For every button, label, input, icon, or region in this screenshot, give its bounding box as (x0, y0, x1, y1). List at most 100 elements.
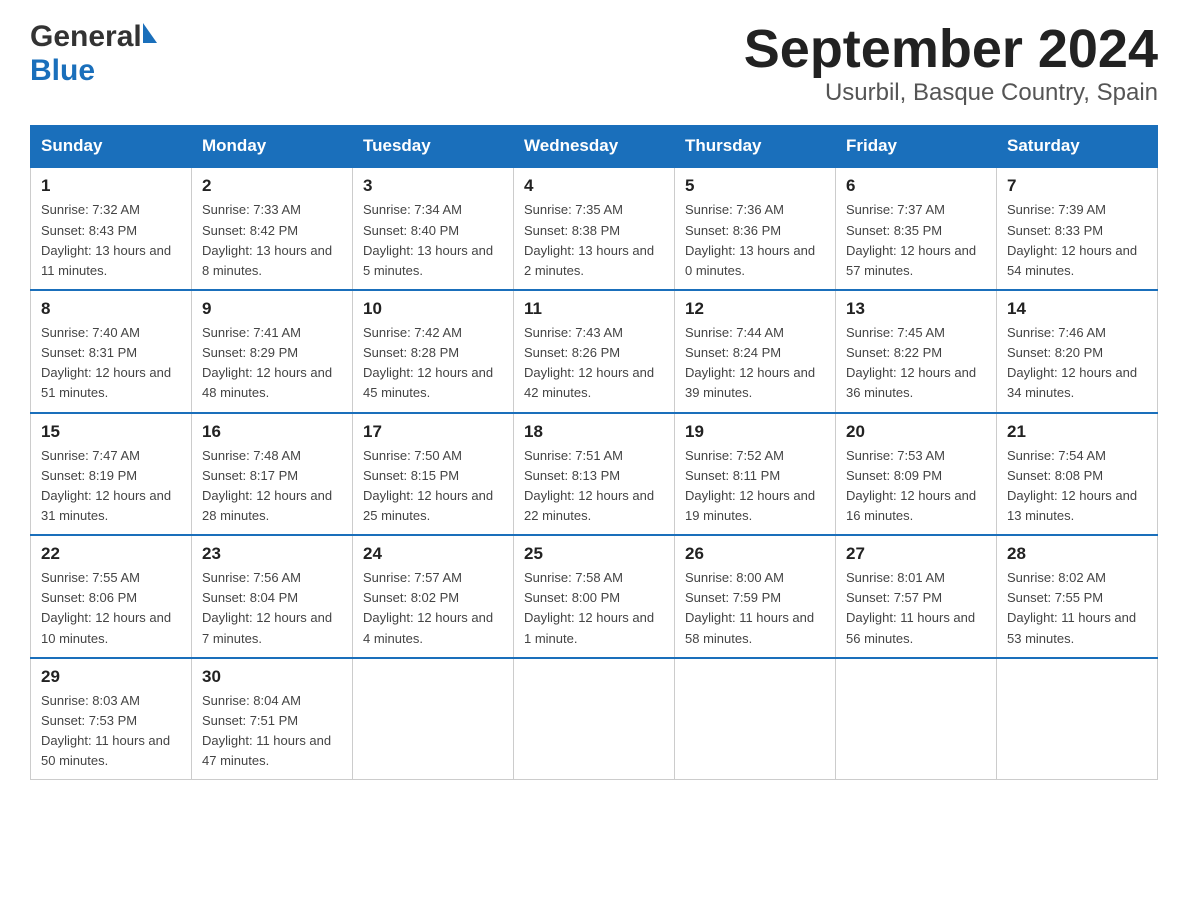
day-number: 26 (685, 544, 825, 564)
calendar-day-cell (997, 658, 1158, 780)
day-number: 9 (202, 299, 342, 319)
day-info: Sunrise: 7:46 AMSunset: 8:20 PMDaylight:… (1007, 323, 1147, 404)
calendar-day-cell: 5Sunrise: 7:36 AMSunset: 8:36 PMDaylight… (675, 167, 836, 290)
header-saturday: Saturday (997, 126, 1158, 168)
day-info: Sunrise: 7:43 AMSunset: 8:26 PMDaylight:… (524, 323, 664, 404)
day-info: Sunrise: 7:33 AMSunset: 8:42 PMDaylight:… (202, 200, 342, 281)
day-info: Sunrise: 7:32 AMSunset: 8:43 PMDaylight:… (41, 200, 181, 281)
header-tuesday: Tuesday (353, 126, 514, 168)
calendar-day-cell: 13Sunrise: 7:45 AMSunset: 8:22 PMDayligh… (836, 290, 997, 413)
day-number: 29 (41, 667, 181, 687)
logo-blue-text: Blue (30, 54, 95, 87)
header-monday: Monday (192, 126, 353, 168)
day-info: Sunrise: 7:48 AMSunset: 8:17 PMDaylight:… (202, 446, 342, 527)
day-info: Sunrise: 8:02 AMSunset: 7:55 PMDaylight:… (1007, 568, 1147, 649)
day-info: Sunrise: 7:55 AMSunset: 8:06 PMDaylight:… (41, 568, 181, 649)
header-sunday: Sunday (31, 126, 192, 168)
day-info: Sunrise: 7:58 AMSunset: 8:00 PMDaylight:… (524, 568, 664, 649)
day-number: 12 (685, 299, 825, 319)
title-section: September 2024 Usurbil, Basque Country, … (744, 20, 1158, 107)
calendar-day-cell: 23 Sunrise: 7:56 AMSunset: 8:04 PMDayligh… (192, 535, 353, 658)
day-info: Sunrise: 7:42 AMSunset: 8:28 PMDaylight:… (363, 323, 503, 404)
calendar-day-cell: 2 Sunrise: 7:33 AMSunset: 8:42 PMDaylight… (192, 167, 353, 290)
day-info: Sunrise: 8:00 AMSunset: 7:59 PMDaylight:… (685, 568, 825, 649)
day-info: Sunrise: 7:51 AMSunset: 8:13 PMDaylight:… (524, 446, 664, 527)
calendar-day-cell: 11 Sunrise: 7:43 AMSunset: 8:26 PMDayligh… (514, 290, 675, 413)
calendar-day-cell: 28Sunrise: 8:02 AMSunset: 7:55 PMDayligh… (997, 535, 1158, 658)
day-number: 10 (363, 299, 503, 319)
calendar-day-cell: 29 Sunrise: 8:03 AMSunset: 7:53 PMDayligh… (31, 658, 192, 780)
day-info: Sunrise: 8:03 AMSunset: 7:53 PMDaylight:… (41, 691, 181, 772)
calendar-day-cell: 15 Sunrise: 7:47 AMSunset: 8:19 PMDayligh… (31, 413, 192, 536)
day-number: 30 (202, 667, 342, 687)
day-number: 1 (41, 176, 181, 196)
calendar-day-cell: 8 Sunrise: 7:40 AMSunset: 8:31 PMDaylight… (31, 290, 192, 413)
day-info: Sunrise: 8:01 AMSunset: 7:57 PMDaylight:… (846, 568, 986, 649)
calendar-day-cell: 9 Sunrise: 7:41 AMSunset: 8:29 PMDaylight… (192, 290, 353, 413)
calendar-day-cell: 26 Sunrise: 8:00 AMSunset: 7:59 PMDayligh… (675, 535, 836, 658)
day-info: Sunrise: 8:04 AMSunset: 7:51 PMDaylight:… (202, 691, 342, 772)
day-info: Sunrise: 7:52 AMSunset: 8:11 PMDaylight:… (685, 446, 825, 527)
calendar-title: September 2024 (744, 20, 1158, 79)
day-number: 21 (1007, 422, 1147, 442)
calendar-day-cell: 17 Sunrise: 7:50 AMSunset: 8:15 PMDayligh… (353, 413, 514, 536)
day-number: 24 (363, 544, 503, 564)
day-info: Sunrise: 7:39 AMSunset: 8:33 PMDaylight:… (1007, 200, 1147, 281)
day-info: Sunrise: 7:47 AMSunset: 8:19 PMDaylight:… (41, 446, 181, 527)
calendar-day-cell: 4 Sunrise: 7:35 AMSunset: 8:38 PMDaylight… (514, 167, 675, 290)
calendar-day-cell: 22 Sunrise: 7:55 AMSunset: 8:06 PMDayligh… (31, 535, 192, 658)
header-friday: Friday (836, 126, 997, 168)
calendar-day-cell: 1 Sunrise: 7:32 AMSunset: 8:43 PMDaylight… (31, 167, 192, 290)
day-info: Sunrise: 7:41 AMSunset: 8:29 PMDaylight:… (202, 323, 342, 404)
calendar-week-row: 1 Sunrise: 7:32 AMSunset: 8:43 PMDaylight… (31, 167, 1158, 290)
day-info: Sunrise: 7:35 AMSunset: 8:38 PMDaylight:… (524, 200, 664, 281)
calendar-week-row: 22 Sunrise: 7:55 AMSunset: 8:06 PMDayligh… (31, 535, 1158, 658)
day-number: 25 (524, 544, 664, 564)
day-number: 11 (524, 299, 664, 319)
logo-arrow-icon (143, 23, 157, 43)
day-info: Sunrise: 7:56 AMSunset: 8:04 PMDaylight:… (202, 568, 342, 649)
day-number: 8 (41, 299, 181, 319)
day-number: 22 (41, 544, 181, 564)
day-info: Sunrise: 7:54 AMSunset: 8:08 PMDaylight:… (1007, 446, 1147, 527)
calendar-day-cell: 30 Sunrise: 8:04 AMSunset: 7:51 PMDayligh… (192, 658, 353, 780)
calendar-day-cell: 7 Sunrise: 7:39 AMSunset: 8:33 PMDaylight… (997, 167, 1158, 290)
day-info: Sunrise: 7:36 AMSunset: 8:36 PMDaylight:… (685, 200, 825, 281)
day-number: 17 (363, 422, 503, 442)
calendar-subtitle: Usurbil, Basque Country, Spain (744, 79, 1158, 107)
day-number: 4 (524, 176, 664, 196)
day-number: 16 (202, 422, 342, 442)
day-number: 19 (685, 422, 825, 442)
day-number: 15 (41, 422, 181, 442)
day-info: Sunrise: 7:45 AMSunset: 8:22 PMDaylight:… (846, 323, 986, 404)
day-number: 7 (1007, 176, 1147, 196)
day-number: 3 (363, 176, 503, 196)
day-info: Sunrise: 7:50 AMSunset: 8:15 PMDaylight:… (363, 446, 503, 527)
header-thursday: Thursday (675, 126, 836, 168)
calendar-table: Sunday Monday Tuesday Wednesday Thursday… (30, 125, 1158, 780)
day-number: 2 (202, 176, 342, 196)
calendar-day-cell: 25 Sunrise: 7:58 AMSunset: 8:00 PMDayligh… (514, 535, 675, 658)
calendar-week-row: 8 Sunrise: 7:40 AMSunset: 8:31 PMDaylight… (31, 290, 1158, 413)
calendar-day-cell: 3 Sunrise: 7:34 AMSunset: 8:40 PMDaylight… (353, 167, 514, 290)
calendar-day-cell: 10 Sunrise: 7:42 AMSunset: 8:28 PMDayligh… (353, 290, 514, 413)
calendar-day-cell: 12Sunrise: 7:44 AMSunset: 8:24 PMDayligh… (675, 290, 836, 413)
day-info: Sunrise: 7:40 AMSunset: 8:31 PMDaylight:… (41, 323, 181, 404)
day-info: Sunrise: 7:37 AMSunset: 8:35 PMDaylight:… (846, 200, 986, 281)
calendar-day-cell: 20 Sunrise: 7:53 AMSunset: 8:09 PMDayligh… (836, 413, 997, 536)
calendar-day-cell: 21 Sunrise: 7:54 AMSunset: 8:08 PMDayligh… (997, 413, 1158, 536)
day-number: 20 (846, 422, 986, 442)
day-info: Sunrise: 7:34 AMSunset: 8:40 PMDaylight:… (363, 200, 503, 281)
calendar-day-cell (514, 658, 675, 780)
calendar-day-cell: 19 Sunrise: 7:52 AMSunset: 8:11 PMDayligh… (675, 413, 836, 536)
calendar-week-row: 29 Sunrise: 8:03 AMSunset: 7:53 PMDayligh… (31, 658, 1158, 780)
header-wednesday: Wednesday (514, 126, 675, 168)
page-header: General Blue September 2024 Usurbil, Bas… (30, 20, 1158, 107)
day-number: 23 (202, 544, 342, 564)
calendar-day-cell (675, 658, 836, 780)
day-info: Sunrise: 7:57 AMSunset: 8:02 PMDaylight:… (363, 568, 503, 649)
calendar-day-cell: 16 Sunrise: 7:48 AMSunset: 8:17 PMDayligh… (192, 413, 353, 536)
day-info: Sunrise: 7:53 AMSunset: 8:09 PMDaylight:… (846, 446, 986, 527)
calendar-day-cell: 14Sunrise: 7:46 AMSunset: 8:20 PMDayligh… (997, 290, 1158, 413)
day-number: 27 (846, 544, 986, 564)
